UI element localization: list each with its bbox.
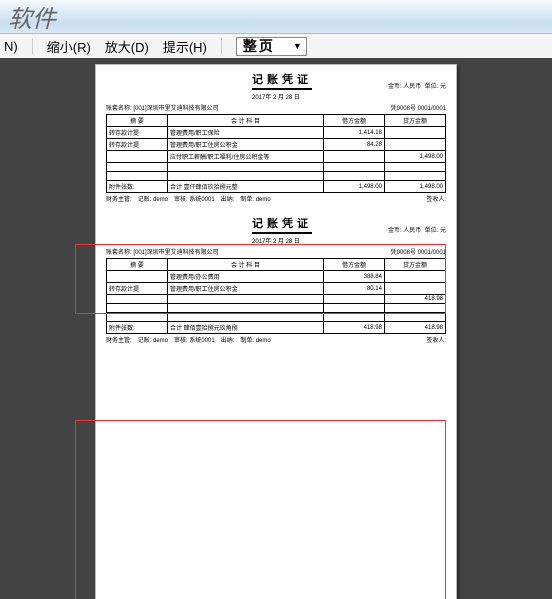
table-row	[107, 304, 446, 313]
col-subject: 会 计 科 目	[168, 115, 324, 127]
table-row	[107, 163, 446, 172]
preview-stage: 记账凭证 金币: 人民币 单位: 元 2017年 2 月 28 日 账套名称: …	[0, 58, 552, 599]
voucher-title: 记账凭证	[252, 71, 312, 90]
col-debit: 借方金额	[323, 259, 384, 271]
separator	[32, 38, 33, 54]
voucher-table-2: 摘 要 会 计 科 目 借方金额 贷方金额 管理费用/办公费用388.84 转存…	[106, 258, 446, 334]
zoom-value: 整页	[243, 36, 285, 56]
toolbar: N) 缩小(R) 放大(D) 提示(H) 整页 ▼	[0, 34, 552, 58]
table-header: 摘 要 会 计 科 目 借方金额 贷方金额	[107, 115, 446, 127]
voucher-2: 记账凭证 金币: 人民币 单位: 元 2017年 2 月 28 日 账套名称: …	[106, 215, 446, 344]
voucher-number: 凭0008号 0001/0001	[391, 247, 446, 256]
app-title: 软件	[8, 0, 56, 34]
voucher-number: 凭0008号 0001/0001	[391, 103, 446, 112]
table-row	[107, 172, 446, 181]
voucher-currency: 金币: 人民币 单位: 元	[388, 225, 446, 234]
company-name: 账套名称: [001]深圳市里艾迪科技有限公司	[106, 103, 219, 112]
table-total: 附件张数:合计 壹仟肆佰玖拾捌元整1,498.001,498.00	[107, 181, 446, 193]
menu-hint[interactable]: 提示(H)	[163, 37, 207, 56]
voucher-footer-1: 财务主管: 记账: demo 审核: 系统0001 出纳: 制单: demo 签…	[106, 194, 446, 203]
table-row: 应付职工薪酬/职工福利/住房公积金等1,498.00	[107, 151, 446, 163]
col-debit: 借方金额	[323, 115, 384, 127]
page-inner: 记账凭证 金币: 人民币 单位: 元 2017年 2 月 28 日 账套名称: …	[96, 65, 456, 599]
voucher-date: 2017年 2 月 28 日	[106, 92, 446, 101]
table-total: 附件张数:合计 肆佰壹拾捌元玖角捌418.98418.98	[107, 322, 446, 334]
window-titlebar: 软件	[0, 0, 552, 34]
table-row	[107, 313, 446, 322]
menu-enlarge[interactable]: 放大(D)	[105, 37, 149, 56]
voucher-1: 记账凭证 金币: 人民币 单位: 元 2017年 2 月 28 日 账套名称: …	[106, 71, 446, 203]
menu-item-n[interactable]: N)	[4, 39, 18, 54]
table-row: 管理费用/办公费用388.84	[107, 271, 446, 283]
spacer	[106, 203, 446, 215]
separator	[221, 38, 222, 54]
col-summary: 摘 要	[107, 259, 168, 271]
voucher-table-1: 摘 要 会 计 科 目 借方金额 贷方金额 转存款计提管理费用/职工保险1,41…	[106, 114, 446, 193]
voucher-date: 2017年 2 月 28 日	[106, 236, 446, 245]
table-header: 摘 要 会 计 科 目 借方金额 贷方金额	[107, 259, 446, 271]
menu-shrink[interactable]: 缩小(R)	[47, 37, 91, 56]
chevron-down-icon: ▼	[293, 41, 304, 51]
col-credit: 贷方金额	[384, 259, 445, 271]
col-subject: 会 计 科 目	[168, 259, 324, 271]
preview-page: 记账凭证 金币: 人民币 单位: 元 2017年 2 月 28 日 账套名称: …	[95, 64, 457, 599]
col-credit: 贷方金额	[384, 115, 445, 127]
table-row: 转存款计提管理费用/职工住房公积金84.28	[107, 139, 446, 151]
zoom-dropdown[interactable]: 整页 ▼	[236, 37, 307, 56]
company-name: 账套名称: [001]深圳市里艾迪科技有限公司	[106, 247, 219, 256]
table-row: 转存款计提管理费用/职工保险1,414.18	[107, 127, 446, 139]
voucher-footer-2: 财务主管: 记账: demo 审核: 系统0001 出纳: 制单: demo 签…	[106, 335, 446, 344]
table-row: 418.98	[107, 295, 446, 304]
col-summary: 摘 要	[107, 115, 168, 127]
voucher-title: 记账凭证	[252, 215, 312, 234]
table-row: 转存款计提管理费用/职工住房公积金80.14	[107, 283, 446, 295]
voucher-currency: 金币: 人民币 单位: 元	[388, 81, 446, 90]
